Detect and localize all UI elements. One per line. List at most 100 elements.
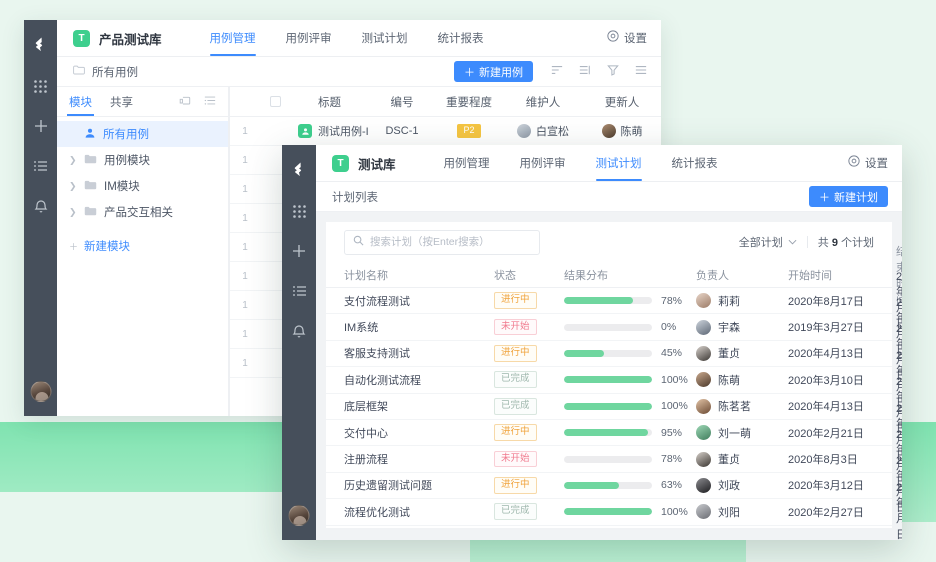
count-prefix: 共	[817, 237, 829, 249]
gear-icon[interactable]	[607, 29, 619, 47]
plan-name[interactable]: 流程优化测试	[344, 504, 494, 520]
tab-test-plan[interactable]: 测试计划	[595, 145, 642, 181]
tab-case-management[interactable]: 用例管理	[209, 20, 256, 56]
sidebar-item-all-cases[interactable]: 所有用例	[57, 121, 228, 147]
avatar	[696, 425, 711, 441]
new-case-button[interactable]: ＋ 新建用例	[454, 61, 533, 82]
sort-rows-icon[interactable]	[579, 63, 591, 81]
table-row[interactable]: 1 测试用例-IM01 DSC-1 P2	[230, 117, 661, 146]
new-plan-button[interactable]: ＋ 新建计划	[809, 186, 888, 207]
module-pane: 模块 共享 所有用例 ❯ 用例模块 ❯ IM模块 ❯ 产品交互相关 ＋ 新建模块	[57, 87, 229, 416]
table-row[interactable]: 底层框架已完成100%陈茗茗2020年4月13日2020年5月22日	[326, 376, 902, 435]
count-suffix: 个计划	[841, 237, 874, 249]
table-row[interactable]: IM系统未开始0%宇森2019年3月27日2020年10月13日	[326, 297, 902, 356]
collapse-list-icon[interactable]	[204, 93, 216, 111]
owner-cell: 刘一萌	[696, 425, 788, 441]
chevron-down-icon	[788, 236, 797, 248]
plan-name[interactable]: 交付中心	[344, 425, 494, 441]
tab-case-review[interactable]: 用例评审	[286, 20, 332, 56]
tab-statistics-report[interactable]: 统计报表	[672, 145, 718, 181]
chevron-right-icon[interactable]: ❯	[69, 155, 77, 166]
table-row[interactable]: 历史遗留测试问题进行中63%刘政2020年3月12日2020年5月12日	[326, 455, 902, 514]
plus-icon[interactable]	[289, 241, 309, 261]
sidebar-item-im-module[interactable]: ❯ IM模块	[57, 173, 228, 199]
row-index: 1	[242, 212, 248, 224]
plan-name[interactable]: 注册流程	[344, 451, 494, 467]
plan-name[interactable]: 自动化测试流程	[344, 372, 494, 388]
settings-label[interactable]: 设置	[865, 155, 888, 171]
progress-bar	[564, 455, 652, 463]
user-avatar[interactable]	[288, 505, 310, 526]
module-tab-shared[interactable]: 共享	[110, 87, 133, 116]
module-tab-modules[interactable]: 模块	[67, 87, 94, 116]
code-brackets-logo-icon[interactable]	[289, 159, 309, 179]
search-box[interactable]	[344, 229, 540, 255]
filter-funnel-icon[interactable]	[607, 63, 619, 81]
column-result-dist: 结果分布	[564, 269, 608, 282]
sidebar-item-product-interaction[interactable]: ❯ 产品交互相关	[57, 199, 228, 225]
row-priority: P2	[435, 124, 503, 138]
grid-apps-icon[interactable]	[31, 76, 51, 96]
progress-label: 100%	[661, 373, 688, 386]
progress-bar	[564, 481, 652, 489]
bell-icon[interactable]	[289, 321, 309, 341]
tab-statistics-report[interactable]: 统计报表	[438, 20, 484, 56]
user-avatar[interactable]	[30, 381, 51, 402]
table-row[interactable]: 交付中心进行中95%刘一萌2020年2月21日2020年3月15日	[326, 403, 902, 462]
chevron-right-icon[interactable]: ❯	[69, 181, 77, 192]
start-time: 2020年4月13日	[788, 348, 864, 361]
avatar	[601, 124, 616, 138]
owner-name: 宇森	[718, 322, 740, 335]
tab-case-review[interactable]: 用例评审	[520, 145, 566, 181]
bell-icon[interactable]	[31, 196, 51, 216]
priority-badge: P2	[457, 124, 481, 138]
folder-icon	[84, 154, 97, 167]
progress-label: 100%	[661, 505, 688, 518]
owner-name: 莉莉	[718, 295, 740, 308]
list-tasks-icon[interactable]	[289, 281, 309, 301]
plus-icon[interactable]	[31, 116, 51, 136]
progress-label: 95%	[661, 426, 683, 439]
folder-icon	[73, 65, 85, 78]
new-module-button[interactable]: ＋ 新建模块	[57, 233, 228, 259]
column-settings-icon[interactable]	[635, 63, 647, 81]
owner-name: 刘一萌	[718, 427, 751, 440]
list-tasks-icon[interactable]	[31, 156, 51, 176]
start-time: 2020年8月17日	[788, 295, 864, 308]
sidebar-item-case-module[interactable]: ❯ 用例模块	[57, 147, 228, 173]
table-row[interactable]: 支付流程测试进行中78%莉莉2020年8月17日2020年8月29日	[326, 271, 902, 330]
gear-icon[interactable]	[848, 154, 860, 172]
status-cell: 未开始	[494, 318, 564, 336]
progress-bar	[564, 349, 652, 357]
chevron-right-icon[interactable]: ❯	[69, 207, 77, 218]
maintainer-name: 白宣松	[536, 126, 569, 138]
search-input[interactable]	[370, 236, 531, 248]
plan-name[interactable]: 底层框架	[344, 398, 494, 414]
module-pane-icons	[179, 93, 216, 111]
owner-cell: 董贞	[696, 451, 788, 467]
plan-table-header: 计划名称 状态 结果分布 负责人 开始时间 结束时间	[326, 246, 902, 306]
plan-name[interactable]: IM系统	[344, 319, 494, 335]
plan-name[interactable]: 历史遗留测试问题	[344, 477, 494, 493]
select-all-checkbox[interactable]	[260, 96, 290, 107]
scope-select[interactable]: 全部计划	[739, 234, 797, 250]
table-row[interactable]: 自动化测试流程已完成100%陈萌2020年3月10日2020年8月1日	[326, 350, 902, 409]
row-maintainer: 白宣松	[503, 123, 583, 139]
new-folder-icon[interactable]	[179, 93, 191, 111]
plan-name[interactable]: 支付流程测试	[344, 293, 494, 309]
table-row[interactable]: 注册流程未开始78%董贞2020年8月3日2020年9月29日	[326, 429, 902, 488]
module-pane-tabs: 模块 共享	[57, 87, 228, 117]
sort-ascending-icon[interactable]	[551, 63, 563, 81]
grid-apps-icon[interactable]	[289, 201, 309, 221]
plan-name[interactable]: 客服支持测试	[344, 345, 494, 361]
code-brackets-logo-icon[interactable]	[31, 34, 51, 54]
settings-label[interactable]: 设置	[624, 30, 647, 46]
avatar	[696, 477, 711, 493]
table-row[interactable]: 流程优化测试已完成 100% 刘阳 2020年2月27日 2020年6月23日	[326, 482, 902, 540]
result-distribution: 63%	[564, 479, 696, 491]
plan-table: 计划名称 状态 结果分布 负责人 开始时间 结束时间 支付流程测试 进行中 78% 莉…	[326, 246, 902, 540]
tab-case-management[interactable]: 用例管理	[444, 145, 490, 181]
table-row[interactable]: 客服支持测试进行中45%董贞2020年4月13日2020年5月10日	[326, 323, 902, 382]
tab-test-plan[interactable]: 测试计划	[362, 20, 408, 56]
progress-bar	[564, 323, 652, 331]
